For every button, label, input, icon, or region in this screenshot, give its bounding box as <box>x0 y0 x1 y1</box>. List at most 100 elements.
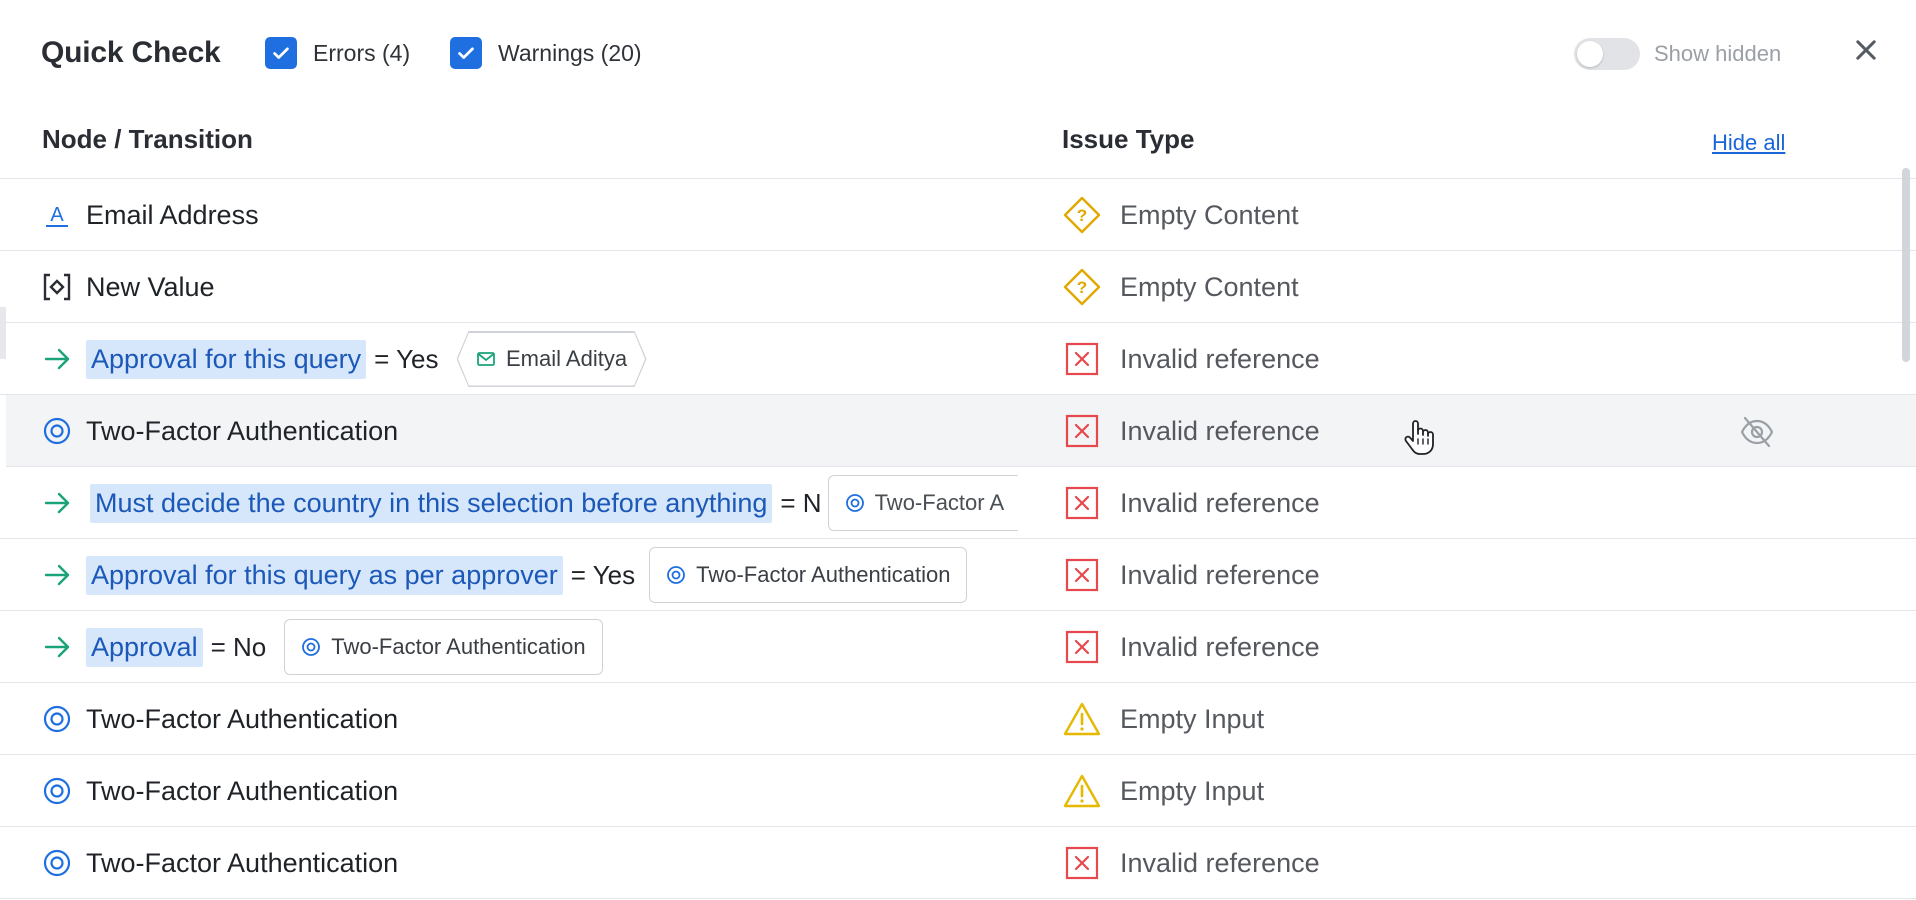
show-hidden-toggle[interactable] <box>1574 38 1640 70</box>
warnings-filter-label: Warnings (20) <box>498 39 642 66</box>
issue-type-label: Invalid reference <box>1120 559 1320 590</box>
hide-all-link[interactable]: Hide all <box>1712 130 1785 156</box>
table-row[interactable]: Approval for this query = Yes Email Adit… <box>0 323 1916 395</box>
table-row[interactable]: Two-Factor Authentication Invalid refere… <box>6 395 1916 467</box>
value-node-icon <box>42 272 72 302</box>
issue-type-cell: Empty Input <box>1062 683 1264 755</box>
condition-value: = Yes <box>570 559 636 590</box>
condition-value: = Yes <box>374 343 439 374</box>
issue-type-label: Invalid reference <box>1120 631 1320 662</box>
table-row[interactable]: A Email Address ? Empty Content <box>0 179 1916 251</box>
node-cell: Two-Factor Authentication <box>42 395 1032 467</box>
node-label: New Value <box>86 271 215 302</box>
svg-text:?: ? <box>1077 278 1087 297</box>
node-label: Email Address <box>86 199 259 230</box>
condition-value: = No <box>210 631 267 662</box>
table-row[interactable]: Two-Factor Authentication Empty Input <box>0 683 1916 755</box>
quick-check-panel: Quick Check Errors (4) Warnings (20) Sho… <box>0 0 1916 900</box>
arrow-right-icon <box>42 488 72 518</box>
node-cell: Approval for this query = Yes Email Adit… <box>42 323 1032 395</box>
table-row[interactable]: Approval for this query as per approver … <box>0 539 1916 611</box>
chip-label: Email Aditya <box>506 346 628 371</box>
table-row[interactable]: Two-Factor Authentication Invalid refere… <box>0 827 1916 899</box>
warning-diamond-icon: ? <box>1062 267 1102 307</box>
node-label: Two-Factor Authentication <box>86 415 399 446</box>
issue-type-label: Empty Input <box>1120 703 1265 734</box>
issue-type-cell: Empty Input <box>1062 755 1264 827</box>
target-icon <box>301 637 321 657</box>
warning-triangle-icon <box>1062 771 1102 811</box>
node-cell: New Value <box>42 251 1032 323</box>
arrow-right-icon <box>42 344 72 374</box>
target-icon <box>42 704 72 734</box>
toggle-knob <box>1577 41 1603 67</box>
transition-condition[interactable]: Approval for this query <box>86 339 367 379</box>
node-label: Two-Factor Authentication <box>86 847 399 878</box>
error-x-icon <box>1062 843 1102 883</box>
issue-type-cell: ? Empty Content <box>1062 251 1299 323</box>
node-label: Two-Factor Authentication <box>86 703 399 734</box>
node-cell: Two-Factor Authentication <box>42 827 1032 899</box>
chip-body: Email Aditya <box>458 333 645 386</box>
issue-type-label: Invalid reference <box>1120 487 1320 518</box>
warning-triangle-icon <box>1062 699 1102 739</box>
errors-filter-label: Errors (4) <box>313 39 411 66</box>
show-hidden-control: Show hidden <box>1574 38 1781 70</box>
text-field-icon: A <box>42 200 72 230</box>
warnings-checkbox[interactable] <box>450 37 482 69</box>
issue-type-label: Invalid reference <box>1120 343 1320 374</box>
target-icon <box>42 848 72 878</box>
condition-value: = N <box>780 487 822 518</box>
header: Quick Check Errors (4) Warnings (20) Sho… <box>0 0 1916 108</box>
issue-type-cell: Invalid reference <box>1062 539 1320 611</box>
issue-type-label: Empty Input <box>1120 775 1265 806</box>
chip-label: Two-Factor Authentication <box>331 634 586 659</box>
mail-icon <box>476 349 496 369</box>
target-node-chip[interactable]: Email Aditya <box>457 331 647 387</box>
node-cell: Approval = No Two-Factor Authentication <box>42 611 1032 683</box>
node-cell: Must decide the country in this selectio… <box>42 467 1032 539</box>
target-node-chip[interactable]: Two-Factor A <box>827 475 1018 531</box>
target-icon <box>42 776 72 806</box>
checkmark-icon <box>273 47 289 59</box>
close-icon[interactable] <box>1852 36 1880 64</box>
table-row[interactable]: New Value ? Empty Content <box>0 251 1916 323</box>
transition-condition[interactable]: Must decide the country in this selectio… <box>90 483 773 523</box>
transition-condition[interactable]: Approval for this query as per approver <box>86 555 563 595</box>
issue-type-cell: Invalid reference <box>1062 827 1320 899</box>
node-cell: Approval for this query as per approver … <box>42 539 1032 611</box>
table-header: Node / Transition Issue Type Hide all <box>0 108 1916 179</box>
target-node-chip[interactable]: Two-Factor Authentication <box>284 619 603 675</box>
show-hidden-label: Show hidden <box>1654 41 1782 66</box>
error-x-icon <box>1062 411 1102 451</box>
target-icon <box>42 416 72 446</box>
node-cell: Two-Factor Authentication <box>42 683 1032 755</box>
eye-off-icon[interactable] <box>1739 414 1775 450</box>
issue-type-label: Invalid reference <box>1120 847 1320 878</box>
warnings-filter[interactable]: Warnings (20) <box>450 37 642 69</box>
issue-type-cell: Invalid reference <box>1062 323 1320 395</box>
table-row[interactable]: Must decide the country in this selectio… <box>0 467 1916 539</box>
errors-checkbox[interactable] <box>265 37 297 69</box>
issue-type-cell: Invalid reference <box>1062 467 1320 539</box>
issue-list: A Email Address ? Empty Content New Valu… <box>0 179 1916 899</box>
transition-condition[interactable]: Approval <box>86 627 203 667</box>
table-row[interactable]: Approval = No Two-Factor Authentication … <box>0 611 1916 683</box>
issue-type-label: Invalid reference <box>1120 415 1320 446</box>
hand-cursor-icon <box>1404 420 1434 455</box>
scrollbar-thumb[interactable] <box>1902 168 1910 362</box>
node-cell: A Email Address <box>42 179 1032 251</box>
errors-filter[interactable]: Errors (4) <box>265 37 410 69</box>
error-x-icon <box>1062 555 1102 595</box>
target-node-chip[interactable]: Two-Factor Authentication <box>649 547 968 603</box>
chip-label: Two-Factor A <box>874 490 1005 515</box>
error-x-icon <box>1062 483 1102 523</box>
target-icon <box>845 493 865 513</box>
checkmark-icon <box>458 47 474 59</box>
issue-type-cell: Invalid reference <box>1062 611 1320 683</box>
target-icon <box>666 565 686 585</box>
issue-type-label: Empty Content <box>1120 199 1299 230</box>
table-row[interactable]: Two-Factor Authentication Empty Input <box>0 755 1916 827</box>
chip-label: Two-Factor Authentication <box>696 562 951 587</box>
issue-type-label: Empty Content <box>1120 271 1299 302</box>
